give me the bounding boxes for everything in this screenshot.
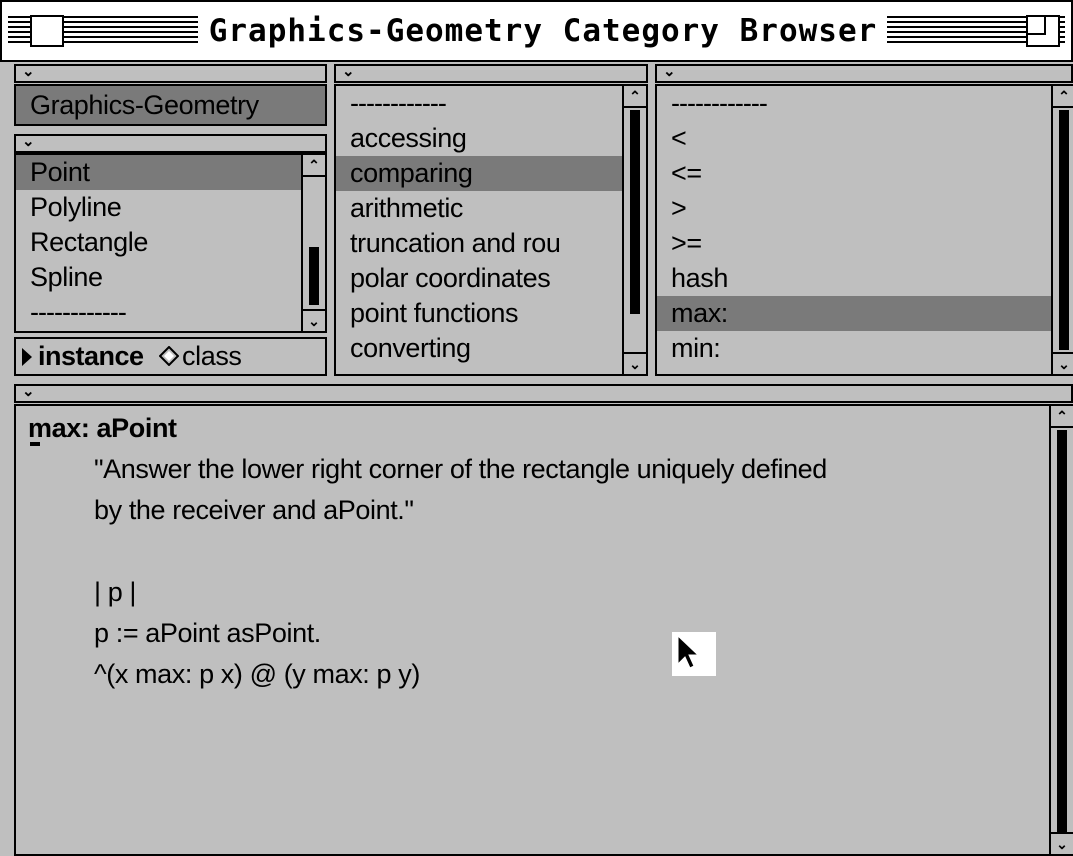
text-caret [30, 442, 40, 446]
method-item-min[interactable]: min: [657, 331, 1063, 366]
code-text[interactable]: max: aPoint "Answer the lower right corn… [28, 408, 1031, 695]
protocol-item-separator: ------------ [350, 88, 447, 118]
method-pane-menu[interactable]: ⌄ [655, 63, 1073, 83]
category-list[interactable]: Graphics-Geometry [14, 84, 327, 126]
protocol-item-arithmetic[interactable]: arithmetic [336, 191, 634, 226]
title-bar[interactable]: Graphics-Geometry Category Browser [0, 0, 1073, 62]
protocol-item-polar-coordinates[interactable]: polar coordinates [336, 261, 634, 296]
chevron-down-icon: ⌄ [663, 63, 676, 80]
arrow-cursor-icon [672, 632, 716, 676]
scroll-up-arrow-icon[interactable]: ⌃ [303, 155, 325, 177]
class-item-rectangle[interactable]: Rectangle [16, 225, 325, 260]
code-scrollbar[interactable]: ⌃ ⌄ [1049, 406, 1073, 854]
class-toggle-label[interactable]: class [182, 339, 242, 374]
scroll-down-arrow-icon[interactable]: ⌄ [1053, 352, 1073, 374]
class-item-spline[interactable]: Spline [16, 260, 325, 295]
scroll-up-arrow-icon[interactable]: ⌃ [1053, 86, 1073, 108]
class-list[interactable]: Point Polyline Rectangle Spline --------… [14, 153, 327, 333]
code-statement-line: p := aPoint asPoint. [94, 618, 321, 648]
scroll-up-arrow-icon[interactable]: ⌃ [1051, 406, 1073, 428]
scroll-down-arrow-icon[interactable]: ⌄ [1051, 832, 1073, 854]
code-comment-line-1: "Answer the lower right corner of the re… [94, 454, 827, 484]
category-item[interactable]: Graphics-Geometry [16, 86, 325, 124]
code-temps-line: | p | [94, 577, 137, 607]
window-title: Graphics-Geometry Category Browser [207, 8, 879, 54]
method-scrollbar[interactable]: ⌃ ⌄ [1051, 86, 1073, 374]
code-comment-line-2: by the receiver and aPoint." [94, 495, 414, 525]
class-item-polyline[interactable]: Polyline [16, 190, 325, 225]
method-item-separator: ------------ [671, 88, 768, 118]
code-blank-line: ​ [28, 531, 1031, 572]
method-item-le[interactable]: <= [657, 156, 1063, 191]
method-item-ge[interactable]: >= [657, 226, 1063, 261]
code-return-line: ^(x max: p x) @ (y max: p y) [94, 659, 420, 689]
category-pane-menu[interactable]: ⌄ [14, 63, 327, 83]
scroll-thumb[interactable] [1057, 430, 1067, 832]
protocol-item-accessing[interactable]: accessing [336, 121, 634, 156]
scroll-up-arrow-icon[interactable]: ⌃ [624, 86, 646, 108]
code-pane[interactable]: max: aPoint "Answer the lower right corn… [14, 404, 1073, 856]
class-pane-menu[interactable]: ⌄ [14, 133, 327, 153]
class-item-separator: ------------ [30, 297, 127, 327]
triangle-right-icon [22, 348, 32, 366]
protocol-item-truncation[interactable]: truncation and rou [336, 226, 634, 261]
close-box-icon[interactable] [30, 15, 64, 47]
scroll-thumb[interactable] [1059, 110, 1069, 350]
code-pane-menu[interactable]: ⌄ [14, 383, 1073, 403]
protocol-item-converting[interactable]: converting [336, 331, 634, 366]
zoom-box-icon[interactable] [1026, 15, 1060, 47]
protocol-list[interactable]: ------------ accessing comparing arithme… [334, 84, 648, 376]
instance-toggle-label[interactable]: instance [38, 339, 144, 374]
method-signature: max: aPoint [28, 413, 177, 443]
chevron-down-icon: ⌄ [22, 63, 35, 80]
instance-class-toggle[interactable]: instance class [14, 337, 327, 376]
method-list[interactable]: ------------ < <= > >= hash max: min: ⌃ … [655, 84, 1073, 376]
protocol-item-comparing[interactable]: comparing [336, 156, 634, 191]
class-scrollbar[interactable]: ⌃ ⌄ [301, 155, 325, 331]
protocol-scrollbar[interactable]: ⌃ ⌄ [622, 86, 646, 374]
scroll-thumb[interactable] [309, 247, 319, 305]
diamond-radio-icon[interactable] [158, 345, 180, 367]
scroll-thumb[interactable] [630, 110, 640, 314]
method-item-gt[interactable]: > [657, 191, 1063, 226]
scroll-down-arrow-icon[interactable]: ⌄ [624, 352, 646, 374]
protocol-item-point-functions[interactable]: point functions [336, 296, 634, 331]
method-item-hash[interactable]: hash [657, 261, 1063, 296]
chevron-down-icon: ⌄ [22, 383, 35, 400]
chevron-down-icon: ⌄ [342, 63, 355, 80]
protocol-pane-menu[interactable]: ⌄ [334, 63, 648, 83]
scroll-down-arrow-icon[interactable]: ⌄ [303, 309, 325, 331]
method-item-max[interactable]: max: [657, 296, 1063, 331]
chevron-down-icon: ⌄ [22, 133, 35, 150]
method-item-lt[interactable]: < [657, 121, 1063, 156]
class-item-point[interactable]: Point [16, 155, 325, 190]
